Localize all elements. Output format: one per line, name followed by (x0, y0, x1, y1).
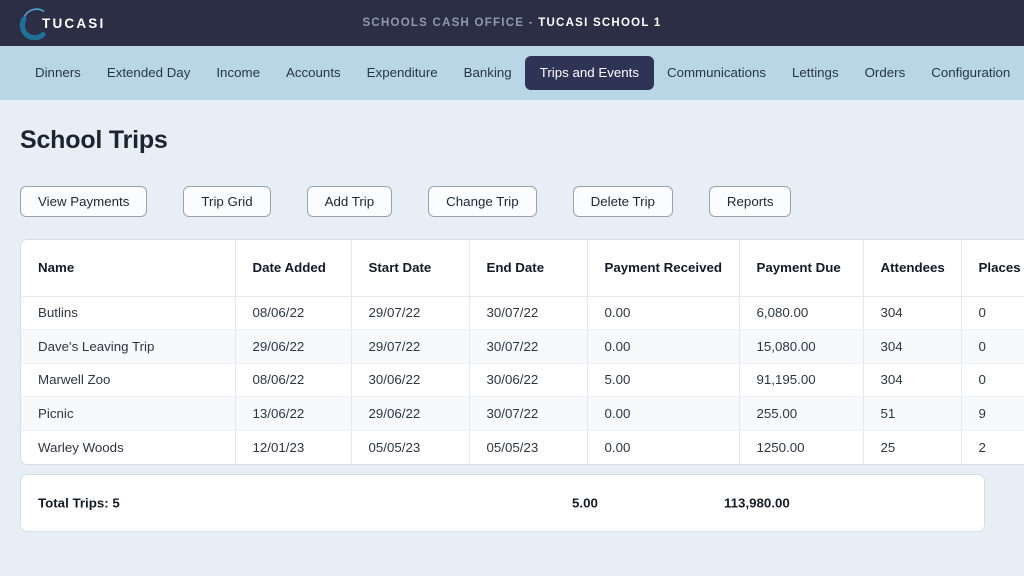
nav-item-communications[interactable]: Communications (654, 58, 779, 87)
cell-date-added: 08/06/22 (235, 296, 352, 330)
trips-table: Name Date Added Start Date End Date Payment … (21, 240, 1024, 464)
nav-item-banking[interactable]: Banking (451, 58, 525, 87)
cell-start-date: 05/05/23 (351, 430, 470, 464)
cell-attendees: 304 (863, 329, 962, 364)
nav-item-extended-day[interactable]: Extended Day (94, 58, 204, 87)
view-payments-button[interactable]: View Payments (20, 186, 148, 217)
table-row[interactable]: Butlins 08/06/22 29/07/22 30/07/22 0.00 6,080… (21, 296, 1024, 330)
reports-button[interactable]: Reports (708, 186, 792, 217)
cell-places-left: 0 (961, 296, 1024, 330)
cell-payment-received: 0.00 (587, 430, 740, 464)
cell-name: Dave's Leaving Trip (21, 329, 236, 364)
totals-summary-card: Total Trips: 5 5.00 113,980.00 (20, 473, 985, 532)
nav-item-income[interactable]: Income (203, 58, 273, 87)
cell-name: Picnic (21, 396, 236, 431)
main-navigation: Dinners Extended Day Income Accounts Expendi… (0, 46, 1024, 100)
cell-date-added: 29/06/22 (235, 329, 352, 364)
column-header-places-left[interactable]: Places left (961, 240, 1024, 297)
cell-end-date: 30/07/22 (469, 396, 588, 431)
nav-item-accounts[interactable]: Accounts (273, 58, 354, 87)
trips-table-body: Butlins 08/06/22 29/07/22 30/07/22 0.00 6,080… (21, 296, 1024, 464)
delete-trip-button[interactable]: Delete Trip (572, 186, 673, 217)
trips-table-card: Name Date Added Start Date End Date Payment … (20, 239, 1024, 465)
nav-item-trips-and-events[interactable]: Trips and Events (524, 56, 654, 90)
cell-end-date: 30/06/22 (469, 363, 588, 397)
cell-date-added: 12/01/23 (235, 430, 352, 464)
school-title-prefix: SCHOOLS CASH OFFICE - (362, 17, 534, 29)
top-header-bar: TUCASI SCHOOLS CASH OFFICE - TUCASI SCHO… (0, 0, 1024, 46)
cell-payment-due: 255.00 (739, 396, 864, 431)
nav-item-orders[interactable]: Orders (852, 58, 919, 87)
cell-attendees: 304 (863, 363, 962, 397)
cell-start-date: 29/07/22 (351, 296, 470, 330)
cell-date-added: 13/06/22 (235, 396, 352, 431)
table-row[interactable]: Marwell Zoo 08/06/22 30/06/22 30/06/22 5.00 9… (21, 363, 1024, 397)
nav-item-lettings[interactable]: Lettings (779, 58, 852, 87)
cell-end-date: 05/05/23 (469, 430, 588, 464)
cell-end-date: 30/07/22 (469, 329, 588, 364)
page-title: School Trips (20, 126, 168, 154)
total-trips-label: Total Trips: 5 (38, 495, 120, 510)
trip-grid-button[interactable]: Trip Grid (183, 186, 271, 217)
school-title-name: TUCASI SCHOOL 1 (538, 17, 662, 29)
cell-payment-received: 0.00 (587, 396, 740, 431)
column-header-name[interactable]: Name (21, 240, 236, 297)
column-header-payment-due[interactable]: Payment Due (739, 240, 864, 297)
cell-attendees: 304 (863, 296, 962, 330)
column-header-payment-received[interactable]: Payment Received (587, 240, 740, 297)
column-header-date-added[interactable]: Date Added (235, 240, 352, 297)
cell-date-added: 08/06/22 (235, 363, 352, 397)
cell-attendees: 51 (863, 396, 962, 431)
cell-places-left: 2 (978, 439, 986, 455)
cell-end-date: 30/07/22 (469, 296, 588, 330)
add-trip-button[interactable]: Add Trip (306, 186, 393, 217)
school-title: SCHOOLS CASH OFFICE - TUCASI SCHOOL 1 (0, 17, 1024, 29)
page-body: School Trips View Payments Trip Grid Add T… (0, 100, 1024, 532)
table-header-row: Name Date Added Start Date End Date Payment … (21, 240, 1024, 297)
table-row[interactable]: Picnic 13/06/22 29/06/22 30/07/22 0.00 255.00… (21, 396, 1024, 431)
trips-table-head: Name Date Added Start Date End Date Payment … (21, 240, 1024, 297)
nav-item-dinners[interactable]: Dinners (22, 58, 94, 87)
cell-name: Marwell Zoo (21, 363, 236, 397)
tucasi-logo[interactable]: TUCASI (18, 6, 106, 41)
cell-start-date: 29/06/22 (351, 396, 470, 431)
nav-item-configuration[interactable]: Configuration (918, 58, 1023, 87)
total-payment-received: 5.00 (572, 495, 598, 510)
cell-name: Warley Woods (21, 430, 236, 464)
table-row[interactable]: Warley Woods 12/01/23 05/05/23 05/05/23 0.00… (21, 430, 1024, 464)
cell-start-date: 30/06/22 (351, 363, 470, 397)
cell-payment-due: 15,080.00 (739, 329, 864, 364)
cell-places-left: 0 (961, 329, 1024, 364)
tucasi-logo-text: TUCASI (42, 15, 106, 31)
cell-payment-due: 91,195.00 (739, 363, 864, 397)
cell-attendees: 25 (863, 430, 962, 464)
table-row[interactable]: Dave's Leaving Trip 29/06/22 29/07/22 30/07… (21, 329, 1024, 364)
cell-payment-received: 0.00 (587, 296, 740, 330)
cell-payment-due: 6,080.00 (739, 296, 864, 330)
total-payment-due: 113,980.00 (724, 495, 790, 510)
cell-payment-received: 5.00 (587, 363, 740, 397)
nav-item-expenditure[interactable]: Expenditure (354, 58, 451, 87)
change-trip-button[interactable]: Change Trip (428, 186, 537, 217)
column-header-start-date[interactable]: Start Date (351, 240, 470, 297)
cell-places-left: 9 (961, 396, 1024, 431)
cell-payment-due: 1250.00 (739, 430, 864, 464)
cell-name: Butlins (21, 296, 236, 330)
cell-places-left: 0 (961, 363, 1024, 397)
cell-payment-received: 0.00 (587, 329, 740, 364)
column-header-end-date[interactable]: End Date (469, 240, 588, 297)
cell-start-date: 29/07/22 (351, 329, 470, 364)
action-button-row: View Payments Trip Grid Add Trip Change Tri… (20, 186, 1004, 217)
column-header-attendees[interactable]: Attendees (863, 240, 962, 297)
